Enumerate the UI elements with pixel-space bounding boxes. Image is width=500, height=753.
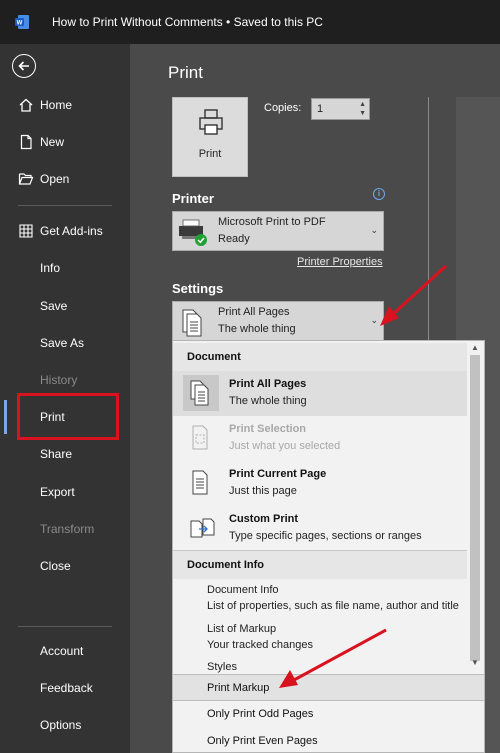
sidebar-divider xyxy=(18,205,112,206)
add-ins-grid-icon xyxy=(19,224,33,238)
scroll-up-icon[interactable]: ▲ xyxy=(471,343,479,352)
menu-section-header: Document Info xyxy=(173,551,467,579)
printer-dropdown[interactable]: Microsoft Print to PDF Ready ⌄ xyxy=(172,211,384,251)
print-button[interactable]: Print xyxy=(172,97,248,177)
sidebar-item-history: History xyxy=(40,373,78,387)
info-icon[interactable]: i xyxy=(373,188,385,200)
all-pages-icon xyxy=(182,309,202,337)
scroll-down-icon[interactable]: ▼ xyxy=(471,658,479,667)
chevron-down-icon: ⌄ xyxy=(370,225,378,235)
menu-option-print-selection: Print Selection Just what you selected xyxy=(173,416,467,461)
menu-toggle-print-markup[interactable]: Print Markup xyxy=(173,674,484,701)
printer-properties-link[interactable]: Printer Properties xyxy=(297,256,383,268)
sidebar-item-save[interactable]: Save xyxy=(0,291,130,321)
settings-selected-title: Print All Pages xyxy=(218,306,290,318)
new-document-icon xyxy=(20,134,32,150)
settings-heading: Settings xyxy=(172,281,224,296)
open-folder-icon xyxy=(18,173,34,185)
selection-icon xyxy=(183,420,219,456)
menu-option-print-current-page[interactable]: Print Current Page Just this page xyxy=(173,461,467,506)
print-button-label: Print xyxy=(198,148,222,160)
printer-status: Ready xyxy=(218,233,250,245)
scrollbar-thumb[interactable] xyxy=(470,355,480,661)
printer-heading: Printer xyxy=(172,191,214,206)
sidebar-item-home[interactable]: Home xyxy=(0,90,130,120)
printer-icon xyxy=(199,109,223,135)
all-pages-icon xyxy=(183,375,219,411)
sidebar-item-options[interactable]: Options xyxy=(0,710,130,740)
menu-option-custom-print[interactable]: Custom Print Type specific pages, sectio… xyxy=(173,506,467,551)
sidebar-item-open[interactable]: Open xyxy=(0,164,130,194)
back-button[interactable] xyxy=(12,54,36,78)
print-range-menu: ▲ ▼ Document Print All Pages The whole t… xyxy=(172,340,485,753)
settings-selected-subtitle: The whole thing xyxy=(218,323,296,335)
printer-device-icon xyxy=(179,219,207,246)
pane-divider xyxy=(428,97,429,353)
sidebar-item-transform: Transform xyxy=(40,522,95,536)
sidebar-divider xyxy=(18,626,112,627)
svg-text:W: W xyxy=(17,21,23,27)
page-title: Print xyxy=(168,63,203,82)
menu-option-document-info[interactable]: Document Info List of properties, such a… xyxy=(173,584,467,624)
document-title: How to Print Without Comments • Saved to… xyxy=(52,15,323,29)
menu-option-list-of-markup[interactable]: List of Markup Your tracked changes xyxy=(173,623,467,663)
menu-toggle-even-pages[interactable]: Only Print Even Pages xyxy=(173,728,484,752)
title-bar: W How to Print Without Comments • Saved … xyxy=(0,0,500,44)
print-range-dropdown[interactable]: Print All Pages The whole thing ⌄ xyxy=(172,301,384,341)
menu-toggle-odd-pages[interactable]: Only Print Odd Pages xyxy=(173,701,484,728)
highlight-box xyxy=(17,393,119,440)
sidebar-item-get-add-ins[interactable]: Get Add-ins xyxy=(0,216,130,246)
back-arrow-icon xyxy=(18,61,29,71)
sidebar-item-export[interactable]: Export xyxy=(0,477,130,507)
sidebar-item-close[interactable]: Close xyxy=(0,551,130,581)
current-page-icon xyxy=(183,465,219,501)
menu-option-print-all-pages[interactable]: Print All Pages The whole thing xyxy=(173,371,467,416)
menu-option-styles[interactable]: Styles xyxy=(173,661,467,675)
stepper-arrows-icon[interactable]: ▲ ▼ xyxy=(359,100,366,118)
custom-print-icon xyxy=(183,510,219,546)
word-logo-icon: W xyxy=(15,15,29,29)
chevron-down-icon: ⌄ xyxy=(370,315,378,325)
printer-name: Microsoft Print to PDF xyxy=(218,216,326,228)
menu-section-header: Document xyxy=(173,343,467,371)
sidebar-item-save-as[interactable]: Save As xyxy=(0,328,130,358)
copies-stepper[interactable]: 1 ▲ ▼ xyxy=(311,98,370,120)
sidebar-item-info[interactable]: Info xyxy=(0,253,130,283)
copies-label: Copies: xyxy=(264,102,302,114)
home-icon xyxy=(19,98,33,112)
copies-value: 1 xyxy=(317,103,324,115)
sidebar-item-share[interactable]: Share xyxy=(0,439,130,469)
sidebar-item-feedback[interactable]: Feedback xyxy=(0,673,130,703)
sidebar-item-new[interactable]: New xyxy=(0,127,130,157)
sidebar-item-account[interactable]: Account xyxy=(0,636,130,666)
